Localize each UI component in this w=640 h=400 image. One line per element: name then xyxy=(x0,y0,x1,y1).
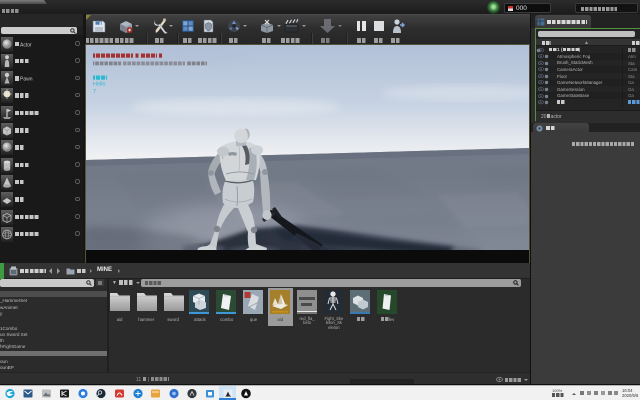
svg-text:Hello: Hello xyxy=(93,82,106,88)
svg-text:7: 7 xyxy=(93,89,96,95)
